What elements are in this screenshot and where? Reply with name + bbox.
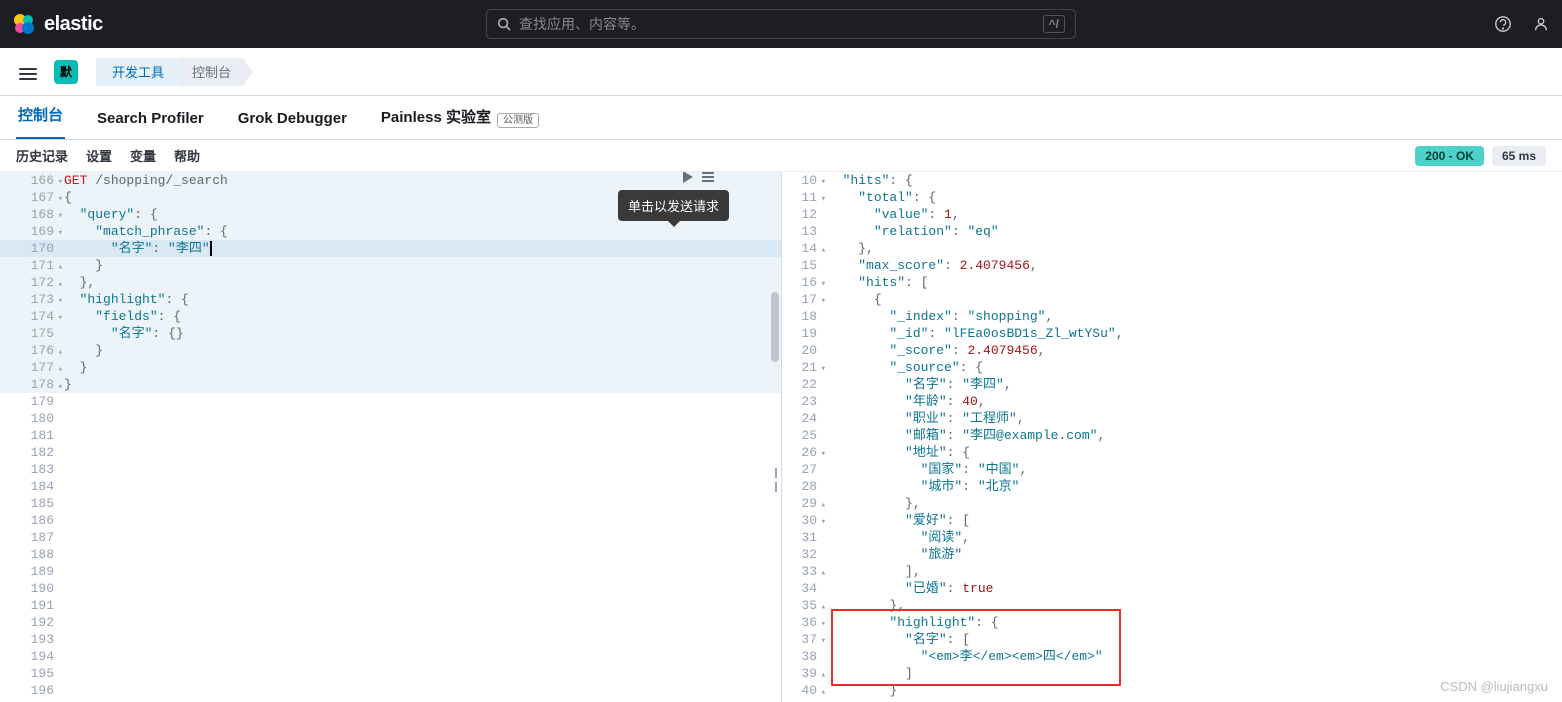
watermark-text: CSDN @liujiangxu: [1440, 679, 1548, 694]
divider-handle-icon[interactable]: [773, 468, 779, 492]
code-line[interactable]: 194: [0, 648, 781, 665]
code-line[interactable]: 185: [0, 495, 781, 512]
hamburger-icon: [19, 65, 37, 79]
logo[interactable]: elastic: [12, 12, 103, 36]
code-line[interactable]: 177▴ }: [0, 359, 781, 376]
send-request-icon[interactable]: [680, 172, 696, 185]
code-line[interactable]: 171▴ }: [0, 257, 781, 274]
tab-search-profiler[interactable]: Search Profiler: [95, 110, 206, 139]
code-line[interactable]: 26▾ "地址": {: [781, 444, 1562, 461]
code-line[interactable]: 11▾ "total": {: [781, 189, 1562, 206]
code-line[interactable]: 195: [0, 665, 781, 682]
code-line[interactable]: 33▴ ],: [781, 563, 1562, 580]
code-line[interactable]: 31 "阅读",: [781, 529, 1562, 546]
code-line[interactable]: 180: [0, 410, 781, 427]
space-selector-button[interactable]: 默: [54, 60, 78, 84]
code-line[interactable]: 193: [0, 631, 781, 648]
tab-console[interactable]: 控制台: [16, 104, 65, 139]
code-line[interactable]: 184: [0, 478, 781, 495]
nav-menu-button[interactable]: [12, 56, 44, 88]
request-options-icon[interactable]: [700, 172, 716, 185]
user-icon[interactable]: [1532, 15, 1550, 33]
toolbar-settings[interactable]: 设置: [86, 146, 112, 165]
global-search-input[interactable]: 查找应用、内容等。 ^/: [486, 9, 1076, 39]
code-line[interactable]: 172▴ },: [0, 274, 781, 291]
code-line[interactable]: 176▴ }: [0, 342, 781, 359]
code-line[interactable]: 179: [0, 393, 781, 410]
search-kbd-hint: ^/: [1043, 15, 1065, 33]
code-line[interactable]: 182: [0, 444, 781, 461]
code-line[interactable]: 181: [0, 427, 781, 444]
response-viewer[interactable]: 10▾ "hits": {11▾ "total": {12 "value": 1…: [781, 172, 1562, 702]
response-time-badge: 65 ms: [1492, 146, 1546, 166]
code-line[interactable]: 178▴}: [0, 376, 781, 393]
code-line[interactable]: 187: [0, 529, 781, 546]
code-line[interactable]: 192: [0, 614, 781, 631]
code-line[interactable]: 14▴ },: [781, 240, 1562, 257]
code-line[interactable]: 186: [0, 512, 781, 529]
search-placeholder: 查找应用、内容等。: [519, 14, 1035, 34]
editor-area: 单击以发送请求 166▾GET /shopping/_search167▾{16…: [0, 172, 1562, 702]
code-line[interactable]: 174▾ "fields": {: [0, 308, 781, 325]
code-line[interactable]: 36▾ "highlight": {: [781, 614, 1562, 631]
code-line[interactable]: 166▾GET /shopping/_search: [0, 172, 781, 189]
code-line[interactable]: 25 "邮箱": "李四@example.com",: [781, 427, 1562, 444]
code-line[interactable]: 38 "<em>李</em><em>四</em>": [781, 648, 1562, 665]
tab-bar: 控制台 Search Profiler Grok Debugger Painle…: [0, 96, 1562, 140]
code-line[interactable]: 34 "已婚": true: [781, 580, 1562, 597]
code-line[interactable]: 35▴ },: [781, 597, 1562, 614]
code-line[interactable]: 173▾ "highlight": {: [0, 291, 781, 308]
code-line[interactable]: 16▾ "hits": [: [781, 274, 1562, 291]
code-line[interactable]: 175 "名字": {}: [0, 325, 781, 342]
toolbar-history[interactable]: 历史记录: [16, 146, 68, 165]
code-line[interactable]: 21▾ "_source": {: [781, 359, 1562, 376]
scrollbar-thumb[interactable]: [771, 292, 779, 362]
tab-grok-debugger[interactable]: Grok Debugger: [236, 110, 349, 139]
beta-badge: 公测版: [497, 113, 539, 128]
code-line[interactable]: 13 "relation": "eq": [781, 223, 1562, 240]
send-request-tooltip: 单击以发送请求: [618, 190, 729, 221]
code-line[interactable]: 196: [0, 682, 781, 699]
breadcrumb-devtools[interactable]: 开发工具: [96, 58, 176, 86]
search-icon: [497, 17, 511, 31]
code-line[interactable]: 30▾ "爱好": [: [781, 512, 1562, 529]
code-line[interactable]: 170 "名字": "李四": [0, 240, 781, 257]
tab-painless-lab[interactable]: Painless 实验室公测版: [379, 106, 541, 139]
code-line[interactable]: 190: [0, 580, 781, 597]
code-line[interactable]: 32 "旅游": [781, 546, 1562, 563]
code-line[interactable]: 17▾ {: [781, 291, 1562, 308]
toolbar-variables[interactable]: 变量: [130, 146, 156, 165]
code-line[interactable]: 22 "名字": "李四",: [781, 376, 1562, 393]
code-line[interactable]: 28 "城市": "北京": [781, 478, 1562, 495]
code-line[interactable]: 24 "职业": "工程师",: [781, 410, 1562, 427]
code-line[interactable]: 169▾ "match_phrase": {: [0, 223, 781, 240]
code-line[interactable]: 189: [0, 563, 781, 580]
elastic-logo-icon: [12, 12, 36, 36]
toolbar-help[interactable]: 帮助: [174, 146, 200, 165]
code-line[interactable]: 19 "_id": "lFEa0osBD1s_Zl_wtYSu",: [781, 325, 1562, 342]
brand-text: elastic: [44, 13, 103, 36]
code-line[interactable]: 10▾ "hits": {: [781, 172, 1562, 189]
code-line[interactable]: 20 "_score": 2.4079456,: [781, 342, 1562, 359]
breadcrumb-console: 控制台: [176, 58, 243, 86]
code-line[interactable]: 12 "value": 1,: [781, 206, 1562, 223]
fold-toggle-icon[interactable]: ▴: [821, 684, 826, 701]
console-toolbar: 历史记录 设置 变量 帮助 200 - OK 65 ms: [0, 140, 1562, 172]
help-icon[interactable]: [1494, 15, 1512, 33]
request-editor[interactable]: 单击以发送请求 166▾GET /shopping/_search167▾{16…: [0, 172, 781, 702]
code-line[interactable]: 191: [0, 597, 781, 614]
code-line[interactable]: 183: [0, 461, 781, 478]
code-line[interactable]: 188: [0, 546, 781, 563]
code-line[interactable]: 23 "年龄": 40,: [781, 393, 1562, 410]
breadcrumb-bar: 默 开发工具 控制台: [0, 48, 1562, 96]
code-line[interactable]: 37▾ "名字": [: [781, 631, 1562, 648]
code-line[interactable]: 18 "_index": "shopping",: [781, 308, 1562, 325]
response-status-badge: 200 - OK: [1415, 146, 1484, 166]
global-header: elastic 查找应用、内容等。 ^/: [0, 0, 1562, 48]
code-line[interactable]: 29▴ },: [781, 495, 1562, 512]
code-line[interactable]: 15 "max_score": 2.4079456,: [781, 257, 1562, 274]
code-line[interactable]: 27 "国家": "中国",: [781, 461, 1562, 478]
